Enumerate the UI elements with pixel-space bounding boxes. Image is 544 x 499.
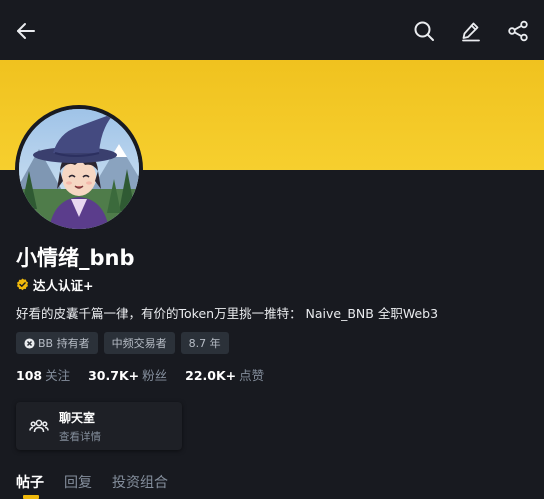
share-icon	[508, 20, 528, 42]
verified-label: 达人认证+	[33, 277, 94, 293]
tab-replies[interactable]: 回复	[64, 472, 92, 492]
followers-stat[interactable]: 30.7K+ 粉丝	[88, 365, 167, 384]
likes-stat[interactable]: 22.0K+ 点赞	[185, 365, 264, 384]
verified-badge: 达人认证+	[16, 275, 93, 293]
profile-tabs: 帖子 回复 投资组合	[16, 472, 168, 492]
tag-bb-holder[interactable]: BB 持有者	[16, 332, 98, 354]
profile-name: 小情绪_bnb	[16, 246, 135, 270]
edit-button[interactable]	[454, 14, 488, 48]
verified-check-icon	[16, 277, 29, 290]
arrow-left-icon	[17, 23, 35, 39]
stat-value: 22.0K+	[185, 368, 237, 383]
search-button[interactable]	[407, 14, 441, 48]
tab-portfolio[interactable]: 投资组合	[112, 472, 168, 492]
group-users-icon	[29, 419, 49, 433]
tab-posts[interactable]: 帖子	[16, 472, 44, 492]
x-circle-icon	[24, 337, 35, 349]
stat-value: 108	[16, 368, 43, 383]
profile-bio: 好看的皮囊千篇一律，有价的Token万里挑一推特： Naive_BNB 全职We…	[16, 306, 439, 321]
chat-room-texts: 聊天室 查看详情	[59, 409, 101, 444]
tag-label: BB 持有者	[38, 337, 90, 350]
active-tab-indicator	[23, 495, 39, 499]
avatar[interactable]	[15, 105, 143, 233]
chat-room-subtitle: 查看详情	[59, 430, 101, 443]
share-button[interactable]	[501, 14, 535, 48]
profile-stats: 108 关注 30.7K+ 粉丝 22.0K+ 点赞	[16, 365, 264, 384]
following-stat[interactable]: 108 关注	[16, 365, 70, 384]
search-icon	[414, 21, 434, 41]
wizard-avatar-image	[19, 109, 139, 229]
stat-label: 粉丝	[142, 368, 168, 383]
stat-label: 点赞	[239, 368, 265, 383]
tag-label: 中频交易者	[111, 337, 167, 350]
stat-value: 30.7K+	[88, 368, 140, 383]
profile-tags: BB 持有者 中频交易者 8.7 年	[16, 332, 229, 354]
chat-room-title: 聊天室	[59, 410, 96, 425]
chat-room-card[interactable]: 聊天室 查看详情	[16, 402, 182, 450]
tag-label: 8.7 年	[188, 337, 221, 350]
top-bar	[0, 0, 544, 60]
back-button[interactable]	[9, 14, 43, 48]
tag-account-age[interactable]: 8.7 年	[180, 332, 229, 354]
tag-trader-frequency[interactable]: 中频交易者	[103, 332, 175, 354]
stat-label: 关注	[45, 368, 71, 383]
edit-pen-icon	[462, 22, 480, 42]
